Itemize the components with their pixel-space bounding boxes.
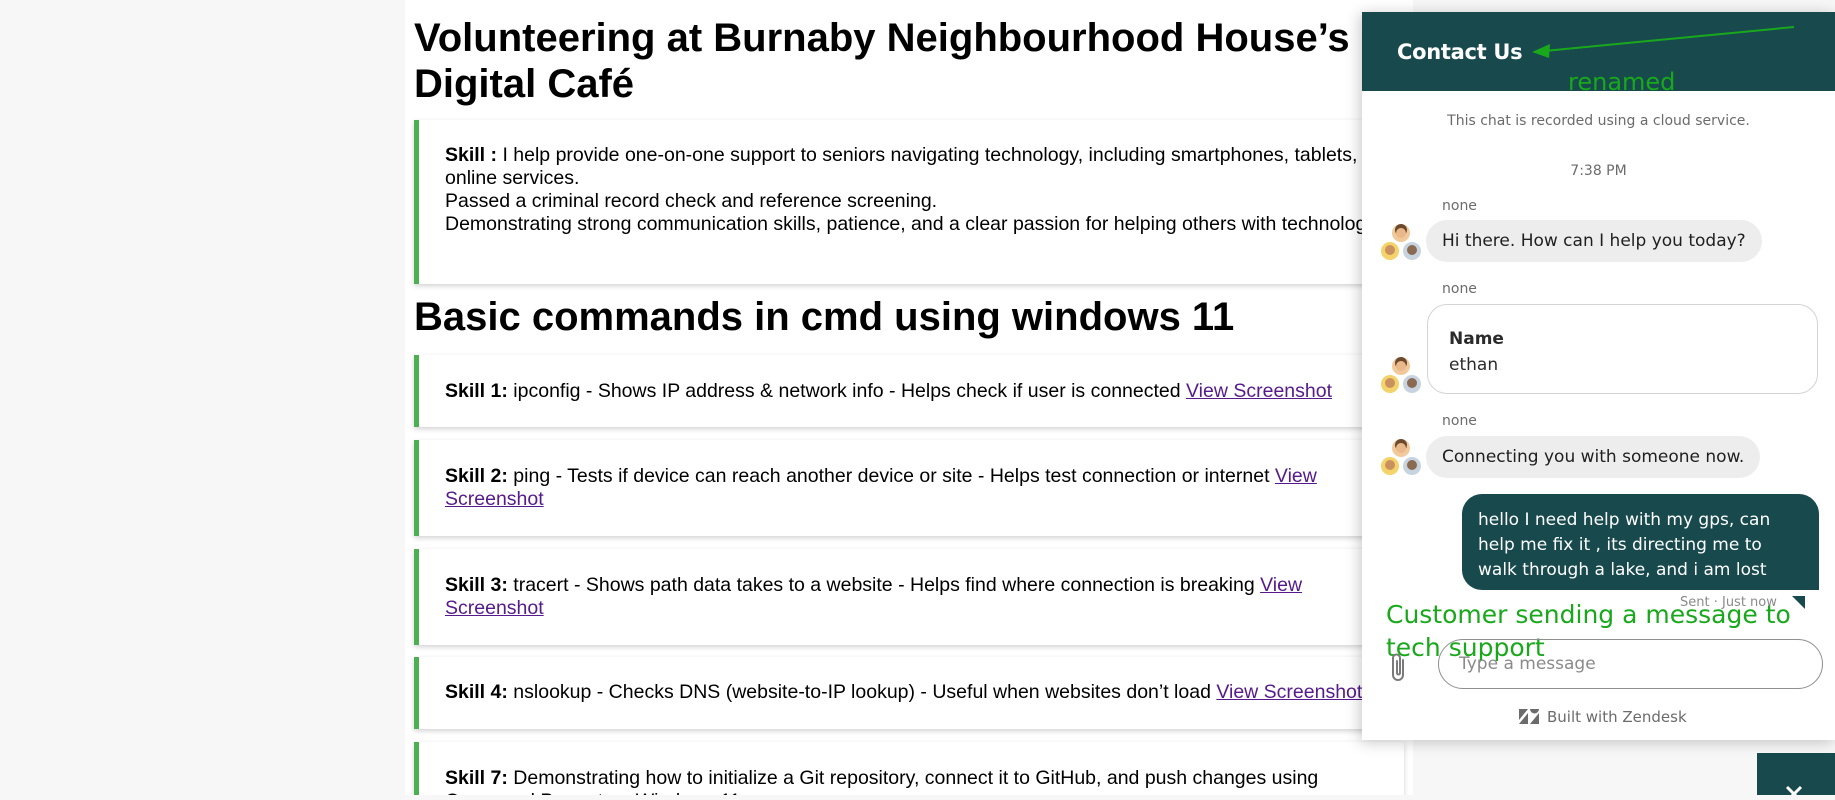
skill-text: Demonstrating how to initialize a Git re… bbox=[445, 767, 1319, 795]
volunteer-heading: Volunteering at Burnaby Neighbourhood Ho… bbox=[414, 16, 1350, 106]
skill-card: Skill 3: tracert - Shows path data takes… bbox=[414, 549, 1404, 645]
skill-label: Skill 2: bbox=[445, 465, 508, 487]
zendesk-logo-icon bbox=[1519, 709, 1539, 724]
skill-text: ping - Tests if device can reach another… bbox=[507, 465, 1275, 487]
user-message: hello I need help with my gps, can help … bbox=[1462, 494, 1819, 590]
skill-text: tracert - Shows path data takes to a web… bbox=[507, 574, 1261, 596]
view-screenshot-link[interactable]: View Screenshot bbox=[1216, 681, 1362, 703]
page-content: Volunteering at Burnaby Neighbourhood Ho… bbox=[405, 0, 1413, 795]
message-sender: none bbox=[1442, 198, 1477, 214]
chat-disclaimer: This chat is recorded using a cloud serv… bbox=[1447, 113, 1750, 129]
agent-message: Hi there. How can I help you today? bbox=[1426, 220, 1762, 262]
agent-avatar-icon bbox=[1381, 439, 1421, 475]
form-field-value: ethan bbox=[1449, 355, 1499, 375]
message-input[interactable] bbox=[1438, 639, 1823, 689]
annotation-renamed: renamed bbox=[1568, 68, 1676, 96]
message-sender: none bbox=[1442, 413, 1477, 429]
zendesk-footer[interactable]: Built with Zendesk bbox=[1519, 708, 1687, 726]
skill-card: Skill 1: ipconfig - Shows IP address & n… bbox=[414, 355, 1404, 427]
skill-label: Skill 3: bbox=[445, 574, 508, 596]
skill-text: Passed a criminal record check and refer… bbox=[445, 190, 938, 212]
skill-text: ipconfig - Shows IP address & network in… bbox=[507, 380, 1187, 402]
close-chat-button[interactable] bbox=[1757, 753, 1835, 800]
skill-text: I help provide one-on-one support to sen… bbox=[445, 144, 1396, 189]
skill-label: Skill 1: bbox=[445, 380, 508, 402]
form-response-card: Name ethan bbox=[1427, 304, 1818, 394]
skill-card: Skill 4: nslookup - Checks DNS (website-… bbox=[414, 657, 1404, 729]
skill-text: nslookup - Checks DNS (website-to-IP loo… bbox=[507, 681, 1217, 703]
form-field-label: Name bbox=[1449, 329, 1504, 349]
chat-widget: Contact Us renamed This chat is recorded… bbox=[1362, 12, 1835, 740]
skill-text: Demonstrating strong communication skill… bbox=[445, 213, 1381, 235]
skill-card: Skill 2: ping - Tests if device can reac… bbox=[414, 440, 1404, 536]
cmd-heading: Basic commands in cmd using windows 11 bbox=[414, 295, 1235, 339]
skill-label: Skill 7: bbox=[445, 767, 508, 789]
agent-avatar-icon bbox=[1381, 224, 1421, 260]
volunteer-card: Skill : I help provide one-on-one suppor… bbox=[414, 120, 1404, 284]
zendesk-footer-text: Built with Zendesk bbox=[1547, 708, 1687, 726]
message-sender: none bbox=[1442, 281, 1477, 297]
view-screenshot-link[interactable]: View Screenshot bbox=[1186, 380, 1332, 402]
paperclip-icon[interactable] bbox=[1386, 651, 1412, 685]
skill-label: Skill : bbox=[445, 144, 498, 166]
skill-card: Skill 7: Demonstrating how to initialize… bbox=[414, 742, 1404, 795]
agent-avatar-icon bbox=[1381, 357, 1421, 393]
chat-timestamp: 7:38 PM bbox=[1570, 163, 1627, 179]
close-icon bbox=[1785, 785, 1803, 800]
agent-message: Connecting you with someone now. bbox=[1426, 436, 1761, 478]
skill-label: Skill 4: bbox=[445, 681, 508, 703]
